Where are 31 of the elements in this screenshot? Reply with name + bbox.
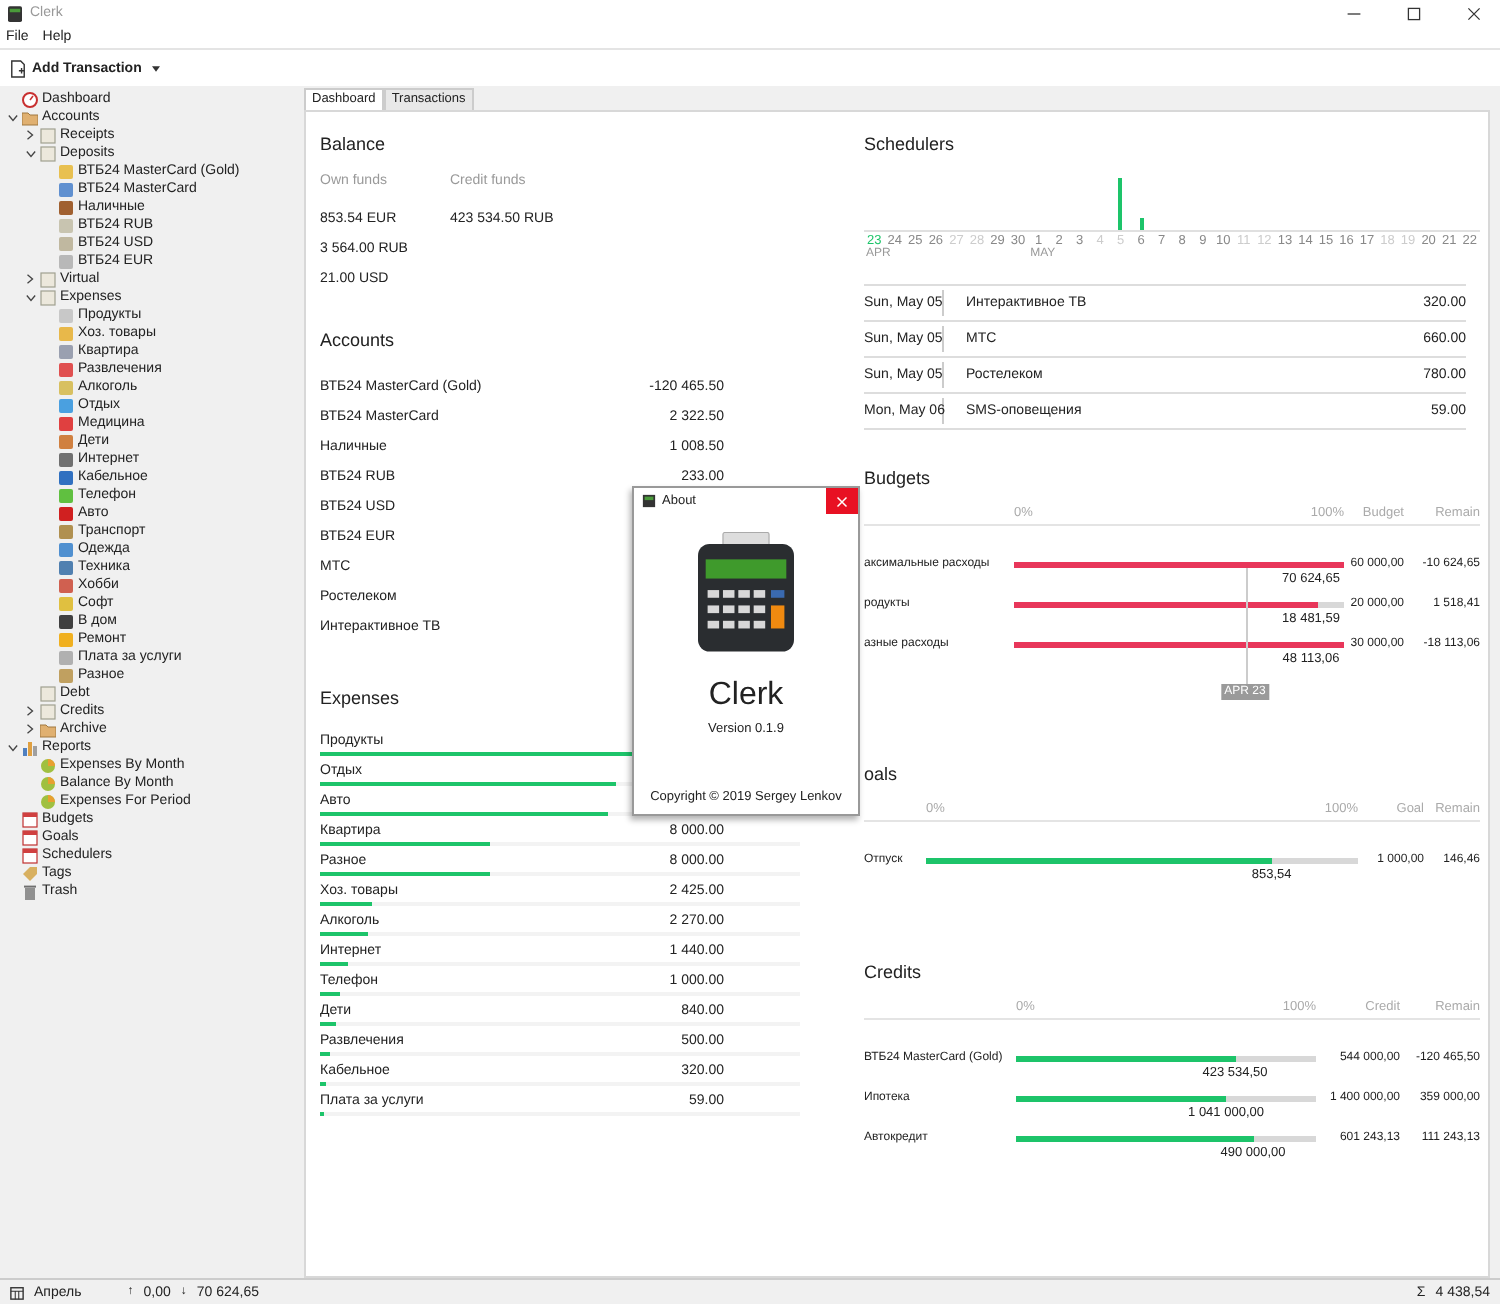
section-title: Balance [320,132,386,156]
chart-icon [22,739,38,755]
app-icon [8,5,22,21]
chevron-down-icon[interactable] [26,149,36,157]
calculator-icon [642,494,656,508]
maximize-icon[interactable] [1406,5,1422,21]
trash-icon [22,883,38,899]
chevron-right-icon[interactable] [26,706,34,716]
section-title: Expenses [320,686,400,710]
folder-icon [40,721,56,737]
section-title: Budgets [864,466,933,490]
close-icon[interactable] [1466,5,1482,21]
folder-icon [22,109,38,125]
chevron-down-icon[interactable] [8,113,18,121]
tag-icon [22,865,38,881]
caret-icon [151,65,160,71]
section-title: Accounts [320,328,395,352]
section-title: Schedulers [864,132,955,156]
chevron-right-icon[interactable] [26,130,34,140]
calendar-icon [10,1285,24,1299]
gauge-icon [22,91,38,107]
calculator-icon [698,532,794,652]
add-document-icon [10,59,26,77]
section-title: Credits [864,960,924,984]
section-title: oals [864,762,900,786]
chevron-right-icon[interactable] [26,274,34,284]
close-icon [836,495,848,507]
app-name: Clerk [708,678,784,714]
chevron-right-icon[interactable] [26,724,34,734]
chevron-down-icon[interactable] [26,293,36,301]
chevron-down-icon[interactable] [8,743,18,751]
